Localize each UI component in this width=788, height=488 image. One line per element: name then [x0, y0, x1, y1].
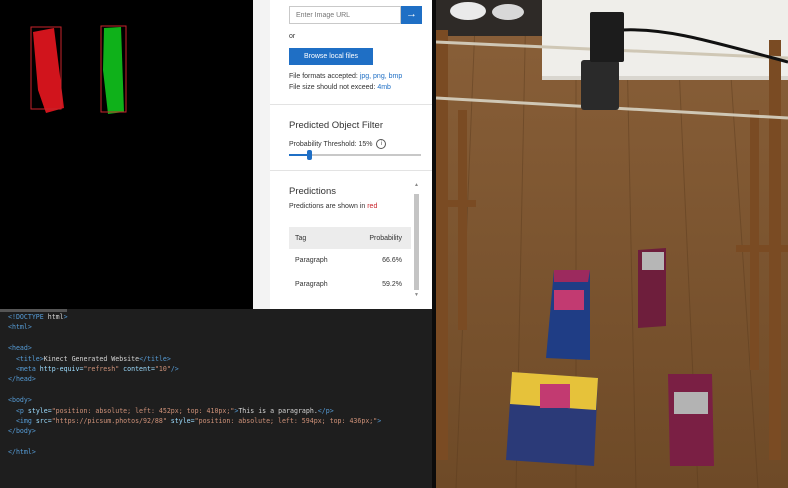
tissue-box-front-left	[506, 372, 598, 466]
code-line[interactable]: </body>	[8, 427, 36, 435]
camera-scene	[436, 0, 788, 488]
browse-local-files-button[interactable]: Browse local files	[289, 48, 373, 65]
scroll-up-icon[interactable]: ▲	[414, 182, 419, 188]
custom-vision-panel: → or Browse local files File formats acc…	[253, 0, 432, 309]
threshold-slider-fill	[289, 154, 309, 156]
header-probability: Probability	[369, 235, 402, 242]
threshold-slider[interactable]	[289, 150, 421, 160]
threshold-label: Probability Threshold: 15%	[289, 140, 373, 148]
predictions-title: Predictions	[289, 186, 336, 197]
scrollbar-thumb[interactable]	[414, 194, 419, 290]
table-header: Tag Probability	[289, 227, 411, 249]
editor-tab-strip	[0, 309, 67, 312]
header-tag: Tag	[295, 235, 307, 242]
or-label: or	[289, 33, 296, 40]
predictions-note-color: red	[367, 203, 378, 210]
shoe	[492, 4, 524, 20]
tissue-box-back-right	[638, 248, 666, 328]
row-probability: 59.2%	[382, 281, 402, 288]
file-size-value: 4mb	[377, 84, 391, 91]
info-icon[interactable]: i	[376, 139, 387, 149]
code-line[interactable]: <!DOCTYPE html>	[8, 313, 68, 321]
row-tag: Paragraph	[295, 281, 328, 288]
section-divider	[270, 170, 432, 171]
code-line[interactable]: <title>Kinect Generated Website</title>	[8, 355, 171, 363]
filter-section-title: Predicted Object Filter	[289, 120, 383, 131]
wall-baseboard	[542, 76, 788, 80]
shoe-area	[436, 0, 542, 36]
arrow-right-icon: →	[406, 8, 417, 20]
depth-detection-canvas	[30, 25, 127, 114]
code-line[interactable]: <head>	[8, 344, 32, 352]
camera-photo	[436, 0, 788, 488]
predictions-note-prefix: Predictions are shown in	[289, 203, 368, 210]
table-row[interactable]: Paragraph 59.2%	[289, 273, 411, 297]
threshold-slider-thumb[interactable]	[307, 150, 312, 160]
file-size-prefix: File size should not exceed:	[289, 84, 378, 91]
threshold-label-row: Probability Threshold: 15% i	[289, 139, 387, 149]
table-row[interactable]: Paragraph 66.6%	[289, 249, 411, 273]
row-probability: 66.6%	[382, 257, 402, 264]
file-formats-text: File formats accepted: jpg, png, bmp	[289, 73, 402, 80]
code-line[interactable]: </html>	[8, 448, 36, 456]
predictions-scrollbar[interactable]: ▲ ▼	[413, 182, 420, 300]
green-object-blob	[103, 27, 124, 114]
section-divider	[270, 104, 432, 105]
depth-detection-view	[0, 0, 253, 309]
code-line[interactable]: <p style="position: absolute; left: 452p…	[8, 407, 334, 415]
image-url-input[interactable]	[289, 6, 401, 24]
kinect-sensor	[581, 60, 619, 110]
code-editor[interactable]: <!DOCTYPE html> <html> <head> <title>Kinec…	[0, 309, 432, 488]
file-formats-value: jpg, png, bmp	[359, 73, 403, 80]
predictions-note: Predictions are shown in red	[289, 203, 377, 210]
red-object-blob	[33, 28, 64, 113]
file-formats-prefix: File formats accepted:	[289, 73, 360, 80]
code-line[interactable]: <html>	[8, 323, 32, 331]
code-line[interactable]: <img src="https://picsum.photos/92/88" s…	[8, 417, 381, 425]
submit-url-button[interactable]: →	[401, 6, 422, 24]
row-tag: Paragraph	[295, 257, 328, 264]
file-size-text: File size should not exceed: 4mb	[289, 84, 391, 91]
code-line[interactable]: <meta http-equiv="refresh" content="10"/…	[8, 365, 179, 373]
code-line[interactable]: </head>	[8, 375, 36, 383]
scroll-down-icon[interactable]: ▼	[414, 292, 419, 298]
tissue-box-front-right	[668, 374, 714, 466]
kinect-head	[590, 12, 624, 62]
shoe	[450, 2, 486, 20]
code-line[interactable]: <body>	[8, 396, 32, 404]
predictions-table: Tag Probability Paragraph 66.6% Paragrap…	[289, 227, 411, 297]
wall	[542, 0, 788, 78]
image-url-row: →	[289, 6, 422, 24]
